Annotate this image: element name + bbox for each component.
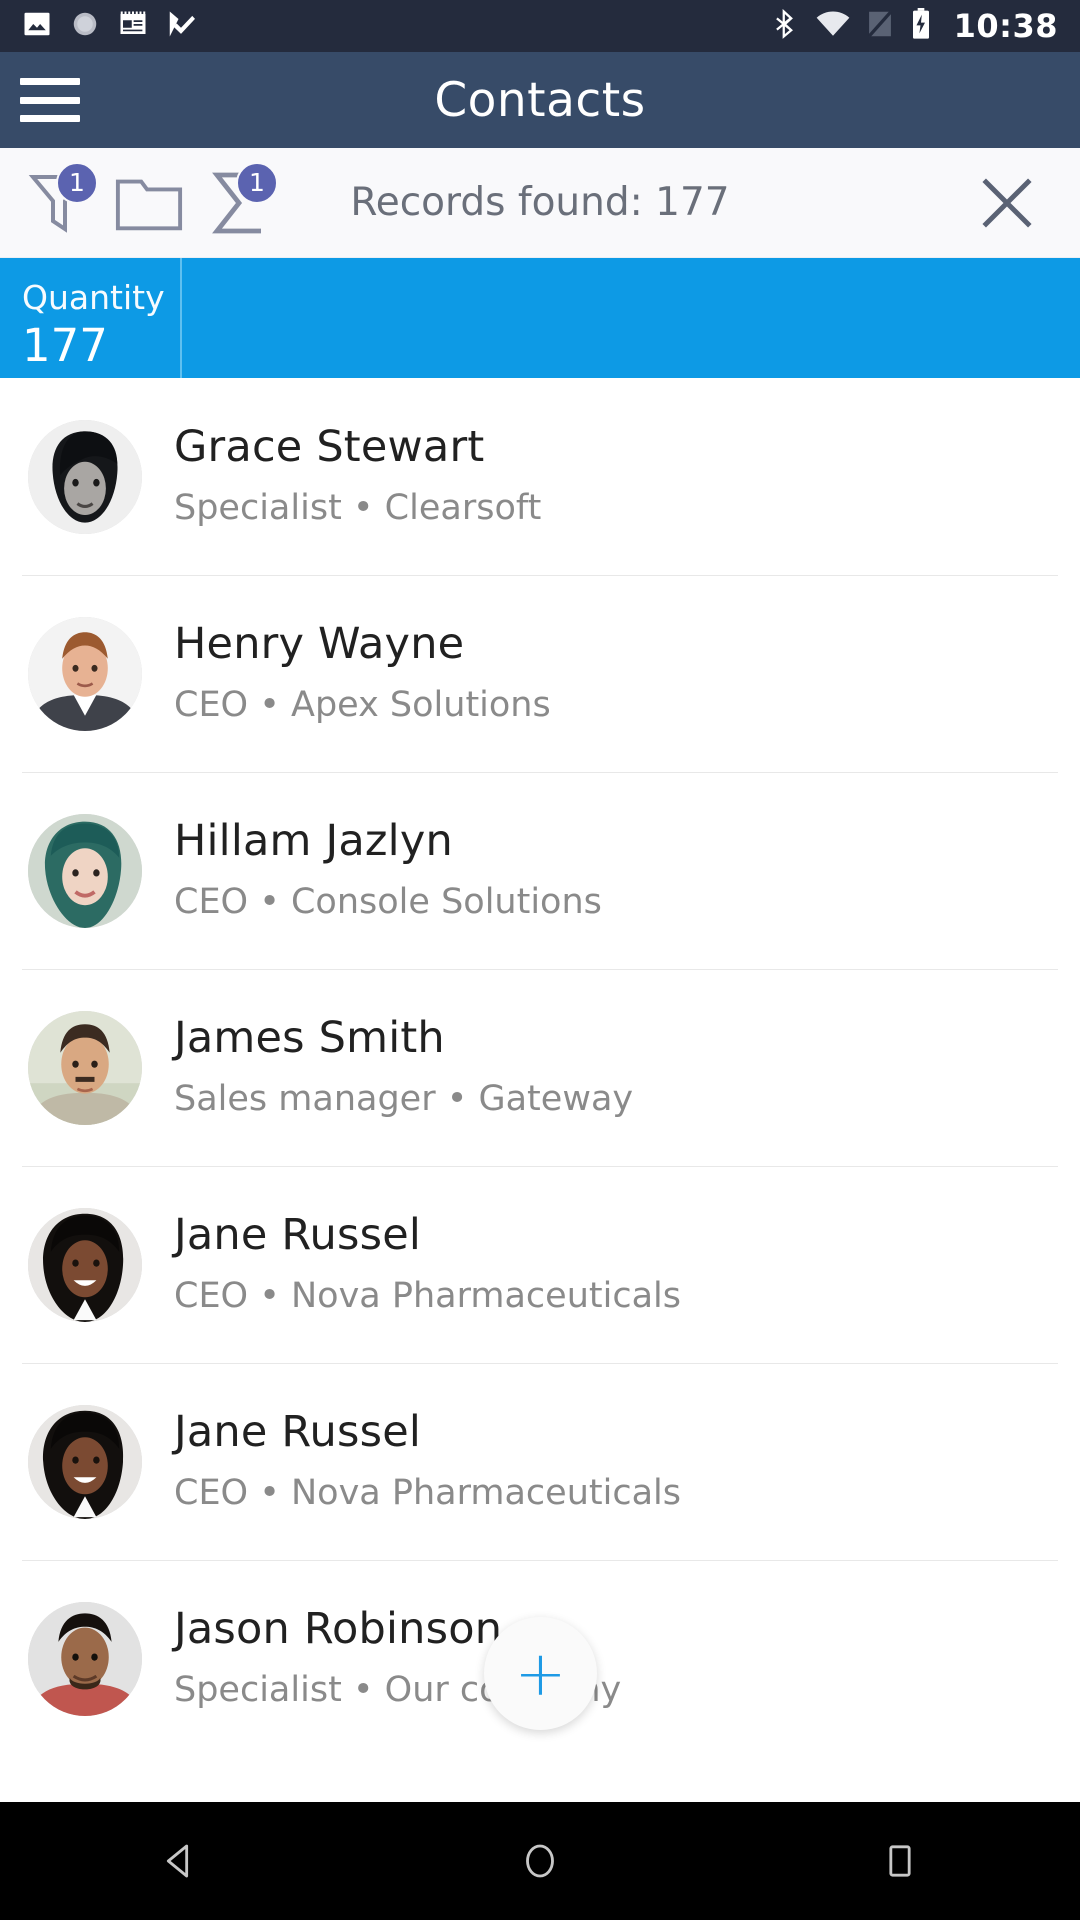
- contact-list[interactable]: Grace Stewart Specialist • Clearsoft Hen…: [0, 378, 1080, 1802]
- contact-subtitle: CEO • Console Solutions: [174, 882, 602, 923]
- contact-subtitle: Sales manager • Gateway: [174, 1079, 634, 1120]
- page-title: Contacts: [434, 72, 646, 128]
- contact-text: Grace Stewart Specialist • Clearsoft: [174, 421, 541, 531]
- filter-toolbar: 1 1 Records found: 177: [0, 148, 1080, 258]
- contact-name: Grace Stewart: [174, 422, 485, 473]
- contact-subtitle: Specialist • Clearsoft: [174, 488, 542, 529]
- avatar: [28, 1404, 142, 1519]
- home-circle-icon[interactable]: [465, 1802, 615, 1920]
- list-item[interactable]: Hillam Jazlyn CEO • Console Solutions: [0, 772, 1080, 969]
- contact-subtitle: CEO • Apex Solutions: [174, 685, 551, 726]
- contact-text: Henry Wayne CEO • Apex Solutions: [174, 618, 551, 728]
- loading-spinner-icon: [70, 9, 100, 43]
- contact-text: Jane Russel CEO • Nova Pharmaceuticals: [174, 1209, 681, 1319]
- android-nav-bar: [0, 1802, 1080, 1920]
- plus-icon: +: [514, 1636, 567, 1710]
- list-item[interactable]: Grace Stewart Specialist • Clearsoft: [0, 378, 1080, 575]
- summation-sigma-icon[interactable]: 1: [194, 158, 284, 248]
- recents-square-icon[interactable]: [825, 1802, 975, 1920]
- contact-subtitle: CEO • Nova Pharmaceuticals: [174, 1276, 681, 1317]
- contact-text: Hillam Jazlyn CEO • Console Solutions: [174, 815, 602, 925]
- battery-charging-icon: [910, 8, 932, 44]
- image-icon: [22, 9, 52, 43]
- avatar: [28, 1207, 142, 1322]
- checkmark-flag-icon: [166, 9, 196, 43]
- folder-icon[interactable]: [104, 158, 194, 248]
- summary-label: Quantity: [22, 278, 165, 318]
- status-bar-clock: 10:38: [953, 7, 1058, 45]
- avatar: [28, 616, 142, 731]
- status-bar: 10:38: [0, 0, 1080, 52]
- back-triangle-icon[interactable]: [105, 1802, 255, 1920]
- hamburger-line: [20, 96, 80, 104]
- sum-badge: 1: [236, 161, 278, 204]
- hamburger-line: [20, 115, 80, 122]
- status-bar-left-icons: [22, 9, 196, 43]
- add-contact-fab[interactable]: +: [484, 1617, 597, 1730]
- contact-name: Henry Wayne: [174, 619, 465, 670]
- status-bar-right-icons: 10:38: [770, 7, 1058, 45]
- contact-text: James Smith Sales manager • Gateway: [174, 1012, 633, 1122]
- list-item[interactable]: Henry Wayne CEO • Apex Solutions: [0, 575, 1080, 772]
- avatar: [28, 419, 142, 534]
- contact-subtitle: CEO • Nova Pharmaceuticals: [174, 1473, 681, 1514]
- contact-name: Jane Russel: [174, 1210, 422, 1261]
- app-bar: Contacts: [0, 52, 1080, 148]
- avatar: [28, 1010, 142, 1125]
- list-item[interactable]: Jane Russel CEO • Nova Pharmaceuticals: [0, 1363, 1080, 1560]
- wifi-icon: [816, 9, 850, 43]
- contact-name: Hillam Jazlyn: [174, 816, 453, 867]
- avatar: [28, 813, 142, 928]
- no-sim-icon: [866, 9, 894, 43]
- bluetooth-icon: [770, 8, 800, 43]
- list-item[interactable]: Jane Russel CEO • Nova Pharmaceuticals: [0, 1166, 1080, 1363]
- avatar: [28, 1601, 142, 1716]
- hamburger-line: [20, 78, 80, 85]
- summary-bar[interactable]: Quantity 177: [0, 258, 1080, 378]
- contact-text: Jane Russel CEO • Nova Pharmaceuticals: [174, 1406, 681, 1516]
- filter-funnel-icon[interactable]: 1: [14, 158, 104, 248]
- filter-badge: 1: [56, 161, 98, 204]
- app-screen: 10:38 Contacts 1 1 Records found: 177 Qu…: [0, 0, 1080, 1920]
- hamburger-menu-icon[interactable]: [20, 78, 80, 122]
- close-x-icon[interactable]: [970, 166, 1044, 240]
- list-item[interactable]: James Smith Sales manager • Gateway: [0, 969, 1080, 1166]
- summary-cell-quantity: Quantity 177: [0, 258, 182, 378]
- contact-name: James Smith: [174, 1013, 445, 1064]
- contact-name: Jane Russel: [174, 1407, 422, 1458]
- news-calendar-icon: [118, 9, 148, 43]
- summary-value: 177: [22, 318, 108, 372]
